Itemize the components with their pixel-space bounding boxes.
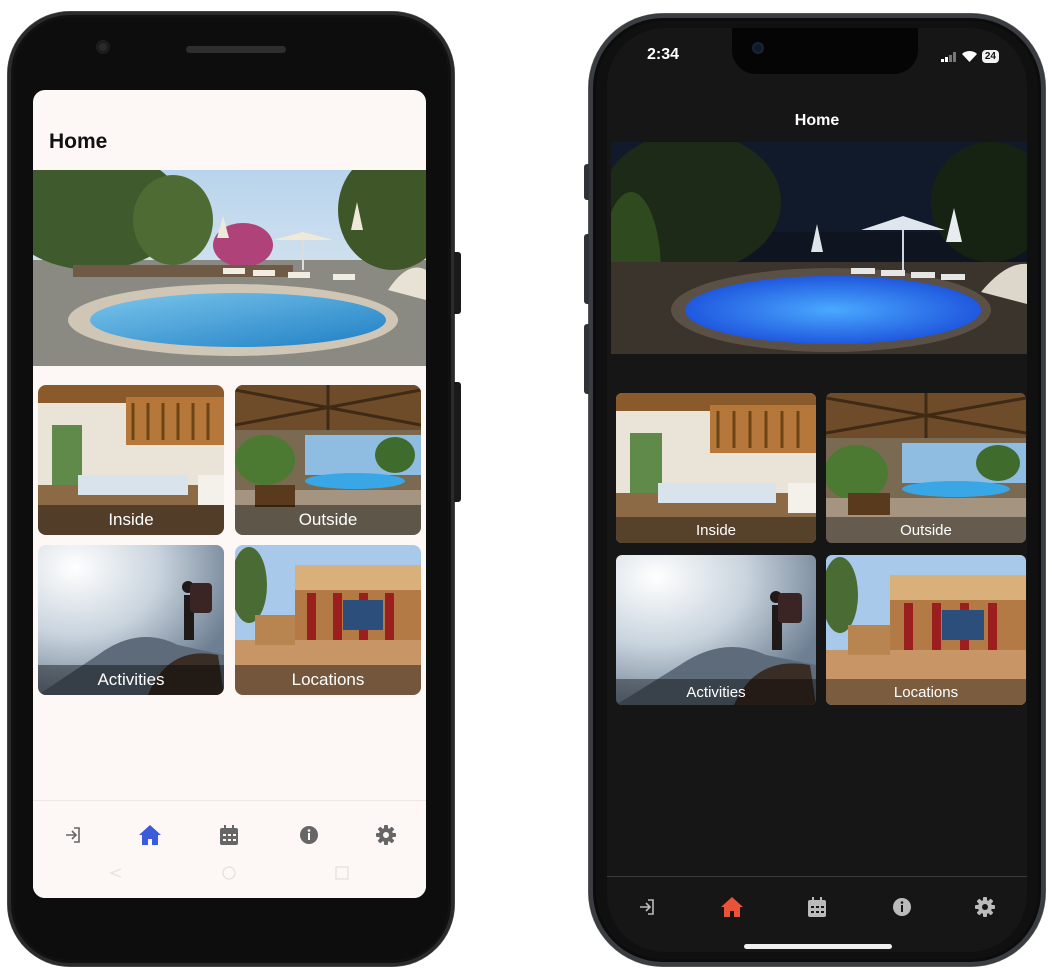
category-card-inside[interactable]: Inside: [38, 385, 224, 535]
android-phone-frame: Home Inside Outside Activities Locations: [8, 12, 461, 966]
category-card-outside[interactable]: Outside: [826, 393, 1026, 543]
home-indicator[interactable]: [744, 944, 892, 949]
ios-screen: 2:34 24 Home Inside Outside Activities L…: [607, 28, 1027, 952]
bottom-navigation: [607, 876, 1027, 952]
settings-gear-icon: [376, 825, 396, 845]
hero-image-pool-day: [33, 170, 426, 366]
android-screen: Home Inside Outside Activities Locations: [33, 90, 426, 898]
category-card-outside[interactable]: Outside: [235, 385, 421, 535]
nav-calendar[interactable]: [797, 887, 837, 927]
calendar-icon: [808, 897, 826, 917]
login-icon: [640, 899, 654, 915]
category-card-activities[interactable]: Activities: [616, 555, 816, 705]
system-navigation-bar: [33, 863, 426, 883]
battery-indicator: 24: [981, 50, 999, 63]
page-title: Home: [794, 112, 840, 129]
nav-home[interactable]: [712, 887, 752, 927]
home-icon: [721, 897, 743, 917]
category-card-locations[interactable]: Locations: [235, 545, 421, 695]
category-label: Inside: [38, 505, 224, 535]
notch: [732, 28, 918, 74]
wifi-icon: [961, 51, 977, 62]
status-time: 2:34: [647, 46, 680, 63]
info-icon: [893, 898, 911, 916]
nav-login[interactable]: [53, 815, 93, 855]
calendar-icon: [220, 825, 238, 845]
nav-login[interactable]: [627, 887, 667, 927]
iphone-frame: 2:34 24 Home Inside Outside Activities L…: [584, 14, 1045, 966]
category-card-inside[interactable]: Inside: [616, 393, 816, 543]
category-label: Outside: [826, 517, 1026, 543]
device-showcase: Home Inside Outside Activities Locations…: [0, 0, 1048, 968]
front-camera: [96, 40, 110, 54]
nav-info[interactable]: [289, 815, 329, 855]
login-icon: [66, 827, 80, 843]
signal-icon: [940, 51, 956, 62]
page-title: Home: [49, 130, 108, 153]
info-icon: [300, 826, 318, 844]
earpiece-speaker: [186, 46, 286, 53]
category-card-locations[interactable]: Locations: [826, 555, 1026, 705]
silent-switch: [584, 164, 589, 200]
volume-down-button: [584, 324, 589, 394]
nav-settings[interactable]: [965, 887, 1005, 927]
category-label: Activities: [38, 665, 224, 695]
volume-button: [454, 252, 461, 314]
nav-home[interactable]: [130, 815, 170, 855]
volume-up-button: [584, 234, 589, 304]
category-label: Outside: [235, 505, 421, 535]
home-icon: [139, 825, 161, 845]
category-label: Locations: [235, 665, 421, 695]
bottom-navigation: [33, 800, 426, 898]
nav-info[interactable]: [882, 887, 922, 927]
settings-gear-icon: [975, 897, 995, 917]
status-icons: 24: [940, 50, 999, 63]
category-card-activities[interactable]: Activities: [38, 545, 224, 695]
nav-settings[interactable]: [366, 815, 406, 855]
category-label: Activities: [616, 679, 816, 705]
category-label: Locations: [826, 679, 1026, 705]
nav-calendar[interactable]: [209, 815, 249, 855]
hero-image-pool-night: [611, 142, 1027, 354]
power-button: [454, 382, 461, 502]
category-label: Inside: [616, 517, 816, 543]
